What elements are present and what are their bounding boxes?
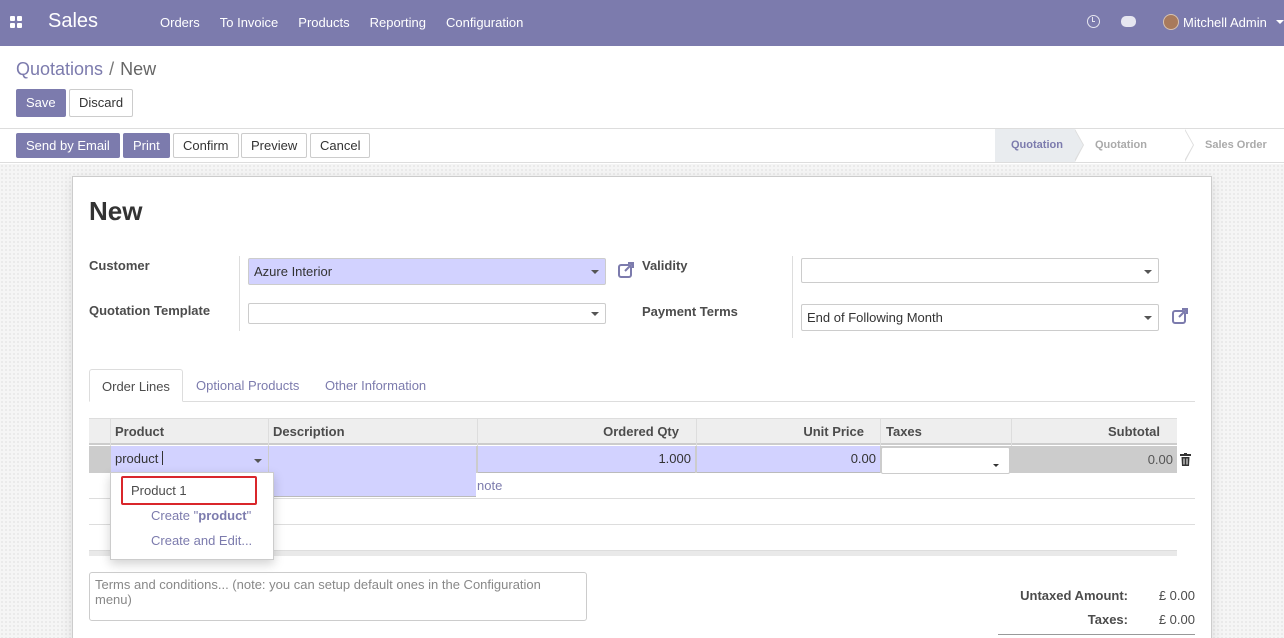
text-cursor <box>162 451 164 465</box>
terms-placeholder: Terms and conditions... (note: you can s… <box>95 577 541 607</box>
cancel-button[interactable]: Cancel <box>310 133 371 158</box>
label-separator <box>239 256 240 331</box>
menu-configuration[interactable]: Configuration <box>446 15 523 30</box>
column-separator <box>696 418 697 446</box>
print-button[interactable]: Print <box>123 133 170 158</box>
create-term: product <box>198 508 247 523</box>
header-subtotal[interactable]: Subtotal <box>1012 419 1160 446</box>
user-menu-name[interactable]: Mitchell Admin <box>1183 15 1267 30</box>
main-menu: Orders To Invoice Products Reporting Con… <box>160 15 543 30</box>
template-dropdown-icon[interactable] <box>591 312 599 316</box>
stage-quotation[interactable]: Quotation <box>995 129 1084 162</box>
untaxed-amount-value: £ 0.00 <box>1158 588 1195 603</box>
taxes-input[interactable] <box>881 447 1010 474</box>
menu-products[interactable]: Products <box>298 15 349 30</box>
customer-value: Azure Interior <box>254 264 333 279</box>
unit-price-input[interactable]: 0.00 <box>697 446 880 473</box>
top-navbar: Sales Orders To Invoice Products Reporti… <box>0 0 1284 46</box>
autocomplete-create-and-edit-option[interactable]: Create and Edit... <box>111 529 273 553</box>
apps-menu-icon[interactable] <box>10 16 22 28</box>
validity-field[interactable] <box>801 258 1159 283</box>
ordered-qty-input[interactable]: 1.000 <box>478 446 695 473</box>
header-description[interactable]: Description <box>273 419 345 446</box>
stage-sales-order-label: Sales Order <box>1205 139 1267 151</box>
payment-terms-label: Payment Terms <box>642 304 738 319</box>
menu-reporting[interactable]: Reporting <box>370 15 426 30</box>
menu-to-invoice[interactable]: To Invoice <box>220 15 279 30</box>
user-menu-caret-icon[interactable] <box>1276 20 1284 24</box>
product-dropdown-icon[interactable] <box>254 459 262 463</box>
column-separator <box>268 418 269 446</box>
customer-dropdown-icon[interactable] <box>591 270 599 274</box>
order-lines-header: Product Description Ordered Qty Unit Pri… <box>89 418 1177 445</box>
validity-label: Validity <box>642 258 688 273</box>
taxes-total-value: £ 0.00 <box>1158 612 1195 627</box>
confirm-button[interactable]: Confirm <box>173 133 239 158</box>
taxes-dropdown-icon[interactable] <box>993 464 999 467</box>
stage-pipeline: Quotation Quotation Sent Sales Order <box>995 129 1284 184</box>
breadcrumb-current: New <box>120 59 157 79</box>
send-by-email-button[interactable]: Send by Email <box>16 133 120 158</box>
stage-quotation-label: Quotation <box>1011 139 1063 151</box>
header-taxes[interactable]: Taxes <box>886 419 922 446</box>
breadcrumb: Quotations / New <box>16 59 156 80</box>
customer-external-link-icon[interactable] <box>617 261 635 279</box>
header-unit-price[interactable]: Unit Price <box>697 419 864 446</box>
label-separator-right <box>792 256 793 338</box>
messaging-chat-icon[interactable] <box>1121 16 1136 27</box>
create-prefix: Create " <box>151 508 199 523</box>
quotation-template-label: Quotation Template <box>89 303 211 318</box>
activity-clock-icon[interactable] <box>1087 15 1100 28</box>
column-separator <box>477 418 478 446</box>
preview-button[interactable]: Preview <box>241 133 308 158</box>
taxes-total-label: Taxes: <box>1087 612 1128 627</box>
user-avatar[interactable] <box>1163 14 1179 30</box>
payment-terms-external-link-icon[interactable] <box>1171 307 1189 325</box>
tab-other-information[interactable]: Other Information <box>313 369 438 402</box>
breadcrumb-quotations-link[interactable]: Quotations <box>16 59 103 79</box>
stage-sales-order[interactable]: Sales Order <box>1185 129 1284 162</box>
breadcrumb-separator: / <box>109 59 115 79</box>
tab-optional-products[interactable]: Optional Products <box>184 369 311 402</box>
create-and-edit-label: Create and Edit... <box>151 533 253 548</box>
product-input-text: product <box>115 451 159 466</box>
column-separator <box>1011 418 1012 446</box>
create-suffix: " <box>246 508 252 523</box>
customer-field[interactable]: Azure Interior <box>248 258 606 285</box>
product-input[interactable]: product <box>111 446 268 473</box>
totals-divider <box>998 634 1195 635</box>
terms-and-conditions-field[interactable]: Terms and conditions... (note: you can s… <box>89 572 587 621</box>
stage-quotation-sent[interactable]: Quotation Sent <box>1075 129 1194 184</box>
quotation-template-field[interactable] <box>248 303 606 324</box>
ordered-qty-value: 1.000 <box>658 451 691 466</box>
header-product[interactable]: Product <box>115 419 164 446</box>
status-bar: Send by Email Print Confirm Preview Canc… <box>0 129 1284 184</box>
discard-button[interactable]: Discard <box>69 89 134 117</box>
validity-dropdown-icon[interactable] <box>1144 270 1152 274</box>
customer-label: Customer <box>89 258 150 273</box>
payment-terms-value: End of Following Month <box>807 310 943 325</box>
column-separator <box>880 418 881 446</box>
form-sheet <box>72 176 1212 638</box>
selected-option-highlight <box>121 476 257 505</box>
autocomplete-create-option[interactable]: Create "product" <box>111 504 273 528</box>
add-a-note-link[interactable]: note <box>477 478 502 493</box>
payment-terms-field[interactable]: End of Following Month <box>801 304 1159 331</box>
record-title: New <box>89 196 143 226</box>
header-ordered-qty[interactable]: Ordered Qty <box>478 419 679 446</box>
column-separator <box>110 418 111 446</box>
untaxed-amount-label: Untaxed Amount: <box>1020 588 1128 603</box>
tab-order-lines[interactable]: Order Lines <box>89 369 183 402</box>
unit-price-value: 0.00 <box>850 451 876 466</box>
description-input[interactable] <box>269 446 476 497</box>
menu-orders[interactable]: Orders <box>160 15 200 30</box>
payment-terms-dropdown-icon[interactable] <box>1144 316 1152 320</box>
save-button[interactable]: Save <box>16 89 66 117</box>
subtotal-value: 0.00 <box>1147 452 1173 467</box>
delete-line-trash-icon[interactable] <box>1180 453 1191 466</box>
app-name: Sales <box>48 10 99 32</box>
